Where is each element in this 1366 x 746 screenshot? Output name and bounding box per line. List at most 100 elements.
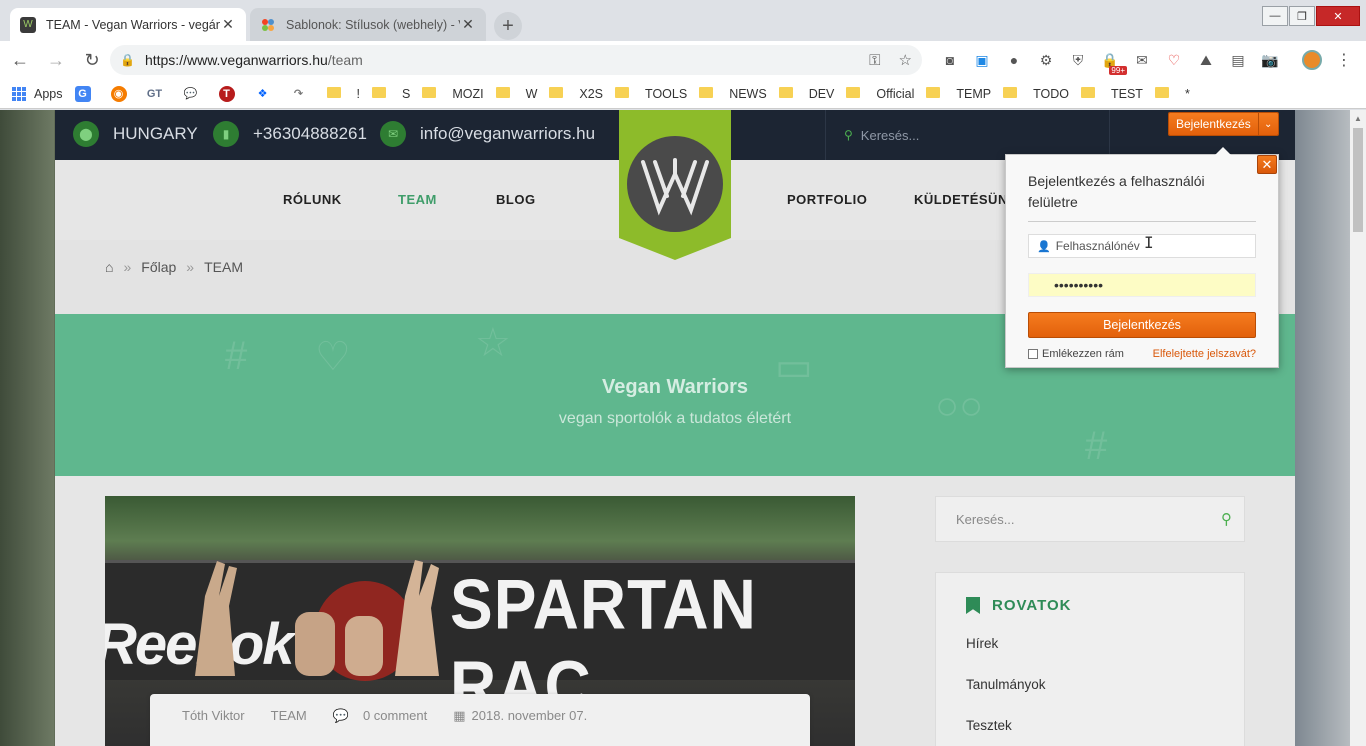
bookmark-label: TOOLS bbox=[645, 86, 688, 101]
star-icon[interactable]: ☆ bbox=[899, 51, 912, 69]
bookmark-folder[interactable]: ! bbox=[326, 87, 360, 101]
bookmark-folder[interactable]: S bbox=[371, 87, 410, 101]
search-placeholder: Keresés... bbox=[860, 127, 920, 143]
category-link-hirek[interactable]: Hírek bbox=[966, 636, 1214, 651]
nav-item-kuldetesunk[interactable]: KÜLDETÉSÜNK bbox=[914, 192, 1018, 207]
bookmarks-bar: Apps G ◉ GT 💬 T ❖ ↷ ! S MOZI W X2S TOOLS… bbox=[0, 79, 1366, 109]
nav-item-team[interactable]: TEAM bbox=[398, 192, 437, 207]
folder-icon bbox=[326, 87, 341, 98]
envelope-icon: ✉ bbox=[380, 121, 406, 147]
bookmark-red[interactable]: T bbox=[218, 85, 243, 102]
category-link-tesztek[interactable]: Tesztek bbox=[966, 718, 1214, 733]
chevron-down-icon[interactable]: ⌄ bbox=[1257, 113, 1278, 135]
forward-button[interactable]: → bbox=[40, 44, 72, 76]
people-icon[interactable]: ● bbox=[1003, 49, 1025, 71]
maximize-button[interactable]: ❐ bbox=[1289, 6, 1315, 26]
login-dropdown-button[interactable]: Bejelentkezés ⌄ bbox=[1168, 112, 1279, 136]
top-search-input[interactable]: ⚲ Keresés... bbox=[825, 110, 1110, 160]
menu-icon[interactable]: ⋮ bbox=[1336, 50, 1352, 70]
post-author[interactable]: Tóth Viktor bbox=[182, 708, 245, 723]
login-button-label: Bejelentkezés bbox=[1169, 113, 1258, 135]
text-cursor-icon: I bbox=[1144, 233, 1154, 252]
login-submit-button[interactable]: Bejelentkezés bbox=[1028, 312, 1256, 338]
post-comments[interactable]: 0 comment bbox=[363, 708, 427, 723]
mail-icon[interactable]: ✉ bbox=[1131, 49, 1153, 71]
minimize-button[interactable]: — bbox=[1262, 6, 1288, 26]
nav-item-rolunk[interactable]: RÓLUNK bbox=[283, 192, 342, 207]
bookmark-folder[interactable]: Official bbox=[846, 87, 914, 101]
nav-item-blog[interactable]: BLOG bbox=[496, 192, 536, 207]
bookmark-folder[interactable]: X2S bbox=[549, 87, 603, 101]
bookmark-label: TEMP bbox=[956, 86, 992, 101]
category-link-tanulmanyok[interactable]: Tanulmányok bbox=[966, 677, 1214, 692]
new-tab-button[interactable]: + bbox=[494, 12, 522, 40]
bookmark-label: X2S bbox=[579, 86, 604, 101]
chat-bubble-icon: 💬 bbox=[183, 88, 198, 100]
bookmark-icon bbox=[966, 597, 980, 614]
mountain-icon[interactable]: ⛰ bbox=[1195, 49, 1217, 71]
profile-avatar[interactable] bbox=[1302, 50, 1322, 70]
address-bar[interactable]: 🔒 https://www.veganwarriors.hu/team ⚿ ☆ bbox=[110, 45, 922, 75]
scrollbar-thumb[interactable] bbox=[1353, 128, 1363, 232]
camera-icon[interactable]: 📷 bbox=[1259, 49, 1281, 71]
tab-sablonok[interactable]: Sablonok: Stílusok (webhely) - Ve ✕ bbox=[250, 8, 486, 41]
key-icon[interactable]: ⚿ bbox=[869, 52, 880, 69]
keyboard-icon[interactable]: ▤ bbox=[1227, 49, 1249, 71]
url-text: https://www.veganwarriors.hu/team bbox=[145, 52, 851, 68]
page-scrollbar[interactable]: ▲ bbox=[1350, 110, 1366, 746]
tab-team[interactable]: W TEAM - Vegan Warriors - vegán s ✕ bbox=[10, 8, 246, 41]
gear-icon[interactable]: ⚙ bbox=[1035, 49, 1057, 71]
bookmark-folder[interactable]: * bbox=[1154, 87, 1190, 101]
bookmark-folder[interactable]: DEV bbox=[778, 87, 834, 101]
bookmark-chat[interactable]: 💬 bbox=[183, 86, 207, 102]
reload-button[interactable]: ↻ bbox=[76, 44, 108, 76]
bookmark-gt[interactable]: GT bbox=[147, 86, 171, 102]
heart-icon[interactable]: ♡ bbox=[1163, 49, 1185, 71]
phone-icon: ▮ bbox=[213, 121, 239, 147]
bookmark-arrow[interactable]: ↷ bbox=[291, 86, 315, 102]
contact-phone[interactable]: ▮ +36304888261 bbox=[213, 121, 367, 147]
tab-title: Sablonok: Stílusok (webhely) - Ve bbox=[286, 17, 460, 32]
pocket-icon[interactable]: ◙ bbox=[939, 49, 961, 71]
breadcrumb-home[interactable]: Főlap bbox=[141, 259, 176, 275]
window-close-button[interactable]: ✕ bbox=[1316, 6, 1360, 26]
back-button[interactable]: ← bbox=[4, 44, 36, 76]
site-logo[interactable] bbox=[619, 110, 731, 260]
tab-close-icon[interactable]: ✕ bbox=[460, 16, 476, 33]
search-icon[interactable]: ⚲ bbox=[1221, 510, 1232, 528]
bookmark-folder[interactable]: TOOLS bbox=[615, 87, 687, 101]
shield-icon[interactable]: ⛨ bbox=[1067, 49, 1089, 71]
user-icon: 👤 bbox=[1037, 240, 1051, 253]
bookmark-label: TEST bbox=[1111, 86, 1143, 101]
forgot-password-link[interactable]: Elfelejtette jelszavát? bbox=[1153, 348, 1256, 360]
bookmark-folder[interactable]: W bbox=[495, 87, 537, 101]
home-icon[interactable]: ⌂ bbox=[105, 259, 113, 275]
bookmark-folder[interactable]: NEWS bbox=[699, 87, 767, 101]
window-icon[interactable]: ▣ bbox=[971, 49, 993, 71]
contact-email[interactable]: ✉ info@veganwarriors.hu bbox=[380, 121, 595, 147]
lock-extension-icon[interactable]: 🔒 99+ bbox=[1099, 49, 1127, 75]
bookmark-dropbox[interactable]: ❖ bbox=[255, 86, 279, 102]
bookmark-folder[interactable]: TEST bbox=[1081, 87, 1143, 101]
sidebar-search-input[interactable]: Keresés... ⚲ bbox=[935, 496, 1245, 542]
bookmark-apps[interactable]: Apps bbox=[12, 86, 63, 101]
bookmark-folder[interactable]: MOZI bbox=[422, 86, 484, 101]
joomla-favicon-icon bbox=[260, 17, 276, 33]
scroll-up-icon[interactable]: ▲ bbox=[1354, 114, 1362, 123]
username-field[interactable]: 👤 Felhasználónév bbox=[1028, 234, 1256, 258]
popup-arrow bbox=[1215, 147, 1231, 155]
remember-me-checkbox[interactable]: Emlékezzen rám bbox=[1028, 348, 1124, 360]
popup-close-button[interactable]: ✕ bbox=[1257, 155, 1277, 174]
bookmark-orange[interactable]: ◉ bbox=[110, 85, 135, 102]
password-field[interactable]: •••••••••• bbox=[1028, 273, 1256, 297]
nav-item-portfolio[interactable]: PORTFOLIO bbox=[787, 192, 867, 207]
gt-icon: GT bbox=[146, 87, 163, 100]
bookmark-label: MOZI bbox=[452, 86, 484, 101]
checkbox-box[interactable] bbox=[1028, 349, 1038, 359]
bookmark-translate[interactable]: G bbox=[74, 85, 99, 102]
breadcrumb-current: TEAM bbox=[204, 259, 243, 275]
post-category[interactable]: TEAM bbox=[271, 708, 307, 723]
bookmark-folder[interactable]: TODO bbox=[1003, 87, 1069, 101]
bookmark-folder[interactable]: TEMP bbox=[926, 87, 991, 101]
tab-close-icon[interactable]: ✕ bbox=[220, 16, 236, 33]
